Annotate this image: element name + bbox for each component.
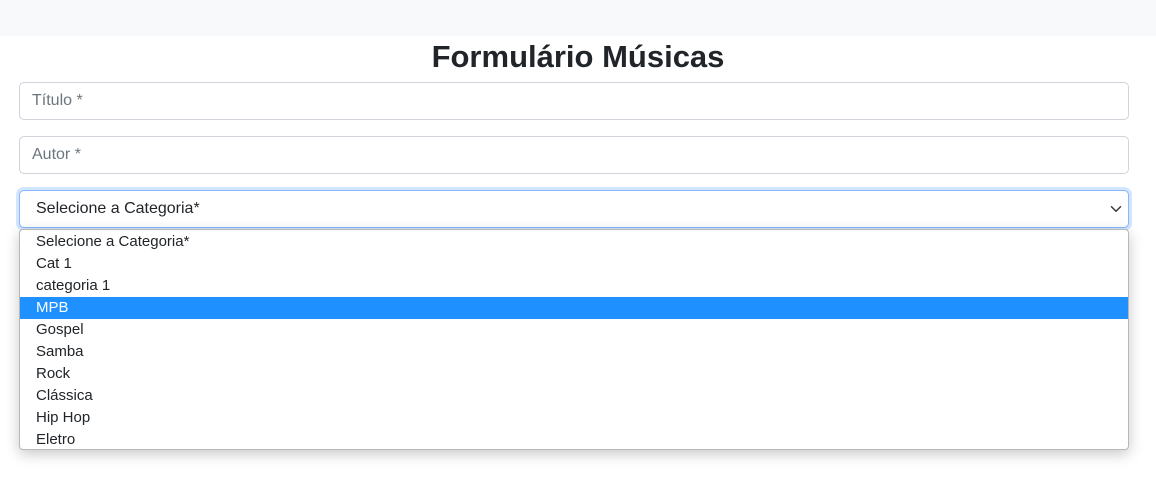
dropdown-option[interactable]: Eletro — [20, 429, 1128, 449]
titulo-input[interactable] — [19, 82, 1129, 120]
dropdown-option[interactable]: Cat 1 — [20, 253, 1128, 275]
dropdown-option[interactable]: Selecione a Categoria* — [20, 231, 1128, 253]
dropdown-option[interactable]: Hip Hop — [20, 407, 1128, 429]
categoria-select-value: Selecione a Categoria* — [36, 200, 200, 217]
dropdown-option[interactable]: Clássica — [20, 385, 1128, 407]
page-title: Formulário Músicas — [431, 39, 725, 74]
dropdown-option[interactable]: categoria 1 — [20, 275, 1128, 297]
top-bar — [0, 0, 1156, 36]
chevron-down-icon — [1110, 206, 1122, 212]
dropdown-option[interactable]: Gospel — [20, 319, 1128, 341]
dropdown-option[interactable]: Rock — [20, 363, 1128, 385]
categoria-select[interactable]: Selecione a Categoria* — [19, 190, 1129, 228]
autor-input[interactable] — [19, 136, 1129, 174]
categoria-dropdown-list: Selecione a Categoria* Cat 1 categoria 1… — [19, 229, 1129, 450]
dropdown-option[interactable]: Samba — [20, 341, 1128, 363]
dropdown-option[interactable]: MPB — [20, 297, 1128, 319]
